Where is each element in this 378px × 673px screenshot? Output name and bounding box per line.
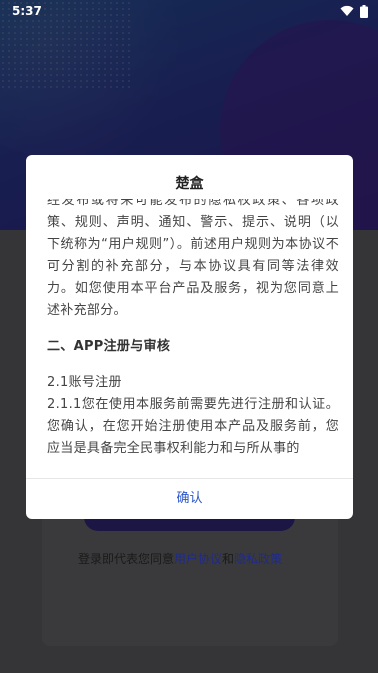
agreement-paragraph: 2.1.1您在使用本服务前需要先进行注册和认证。您确认，在您开始注册使用本产品及… bbox=[47, 397, 339, 456]
wifi-icon bbox=[340, 5, 354, 16]
status-time: 5:37 bbox=[12, 4, 42, 18]
status-bar: 5:37 bbox=[0, 0, 378, 22]
confirm-button[interactable]: 确认 bbox=[26, 479, 353, 519]
agreement-checkbox[interactable] bbox=[56, 550, 71, 566]
user-agreement-link[interactable]: 用户协议 bbox=[174, 550, 222, 567]
agreement-paragraph: 经发布或将来可能发布的隐私权政策、各项政策、规则、声明、通知、警示、提示、说明（… bbox=[47, 199, 339, 318]
section-title: 二、APP注册与审核 bbox=[47, 339, 171, 354]
privacy-policy-link[interactable]: 隐私政策 bbox=[234, 550, 282, 567]
subsection-title: 2.1账号注册 bbox=[47, 375, 122, 390]
agreement-prefix: 登录即代表您同意 bbox=[78, 551, 175, 566]
agreement-and: 和 bbox=[222, 551, 235, 566]
agreement-dialog: 楚盒 经发布或将来可能发布的隐私权政策、各项政策、规则、声明、通知、警示、提示、… bbox=[26, 155, 353, 519]
agreement-row: 登录即代表您同意 用户协议 和 隐私政策 bbox=[56, 549, 346, 567]
dialog-scroll-content[interactable]: 经发布或将来可能发布的隐私权政策、各项政策、规则、声明、通知、警示、提示、说明（… bbox=[47, 199, 339, 461]
battery-icon bbox=[360, 4, 368, 18]
status-icons bbox=[340, 4, 368, 18]
